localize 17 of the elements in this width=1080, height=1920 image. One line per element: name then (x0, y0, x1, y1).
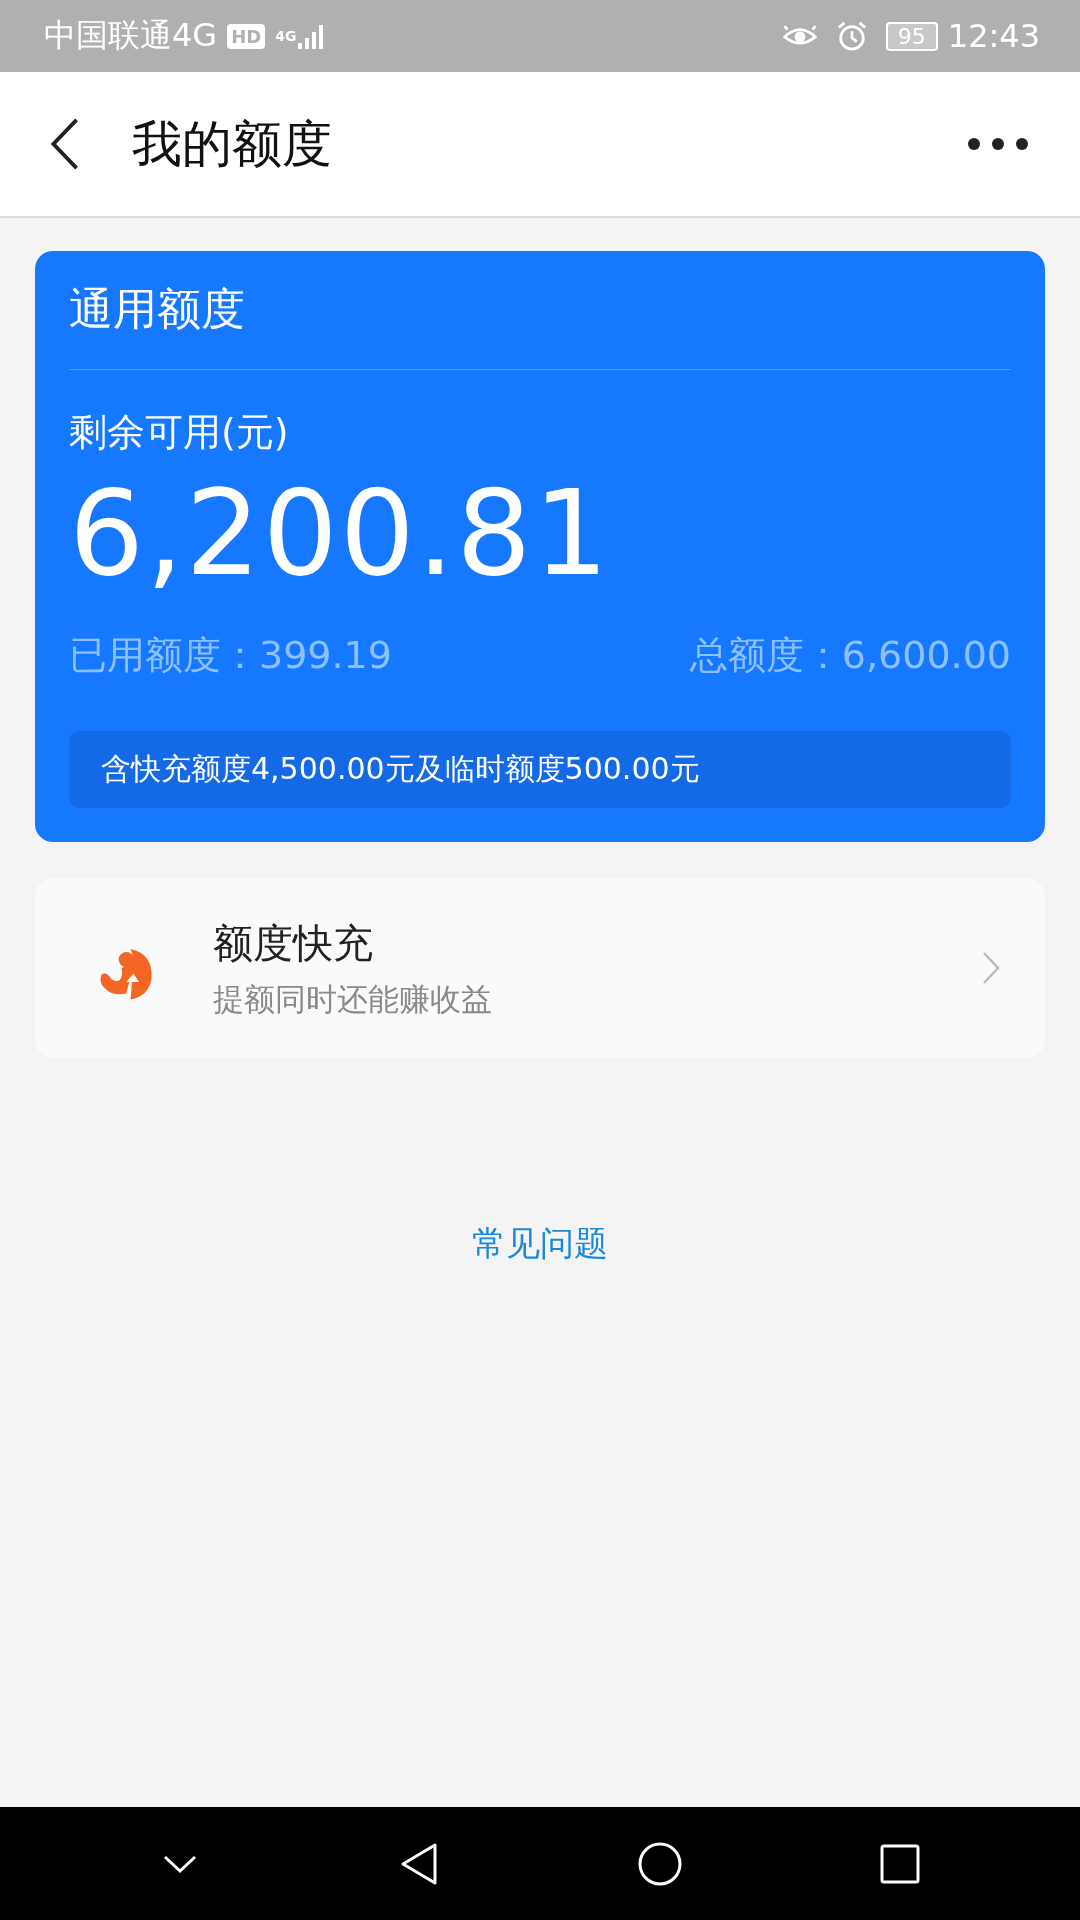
note-text: 含快充额度4,500.00元及临时额度500.00元 (101, 751, 700, 786)
total-credit-text: 总额度：6,600.00 (689, 632, 1011, 679)
item-title: 额度快充 (213, 918, 374, 968)
quick-recharge-item[interactable]: 额度快充 提额同时还能赚收益 (35, 878, 1045, 1058)
page-title: 我的额度 (132, 113, 333, 175)
used-credit-text: 已用额度：399.19 (69, 632, 392, 679)
hd-badge: HD (227, 23, 266, 49)
carrier-name: 中国联通4G (44, 15, 218, 56)
item-subtitle: 提额同时还能赚收益 (213, 979, 493, 1019)
back-icon[interactable] (50, 118, 80, 170)
card-title: 通用额度 (69, 282, 246, 336)
network-label: 4G (275, 28, 297, 44)
chevron-right-icon (981, 950, 1001, 986)
available-label: 剩余可用(元) (69, 409, 290, 456)
clock-time: 12:43 (947, 17, 1040, 55)
available-amount: 6,200.81 (69, 463, 612, 604)
more-icon[interactable] (966, 136, 1030, 152)
